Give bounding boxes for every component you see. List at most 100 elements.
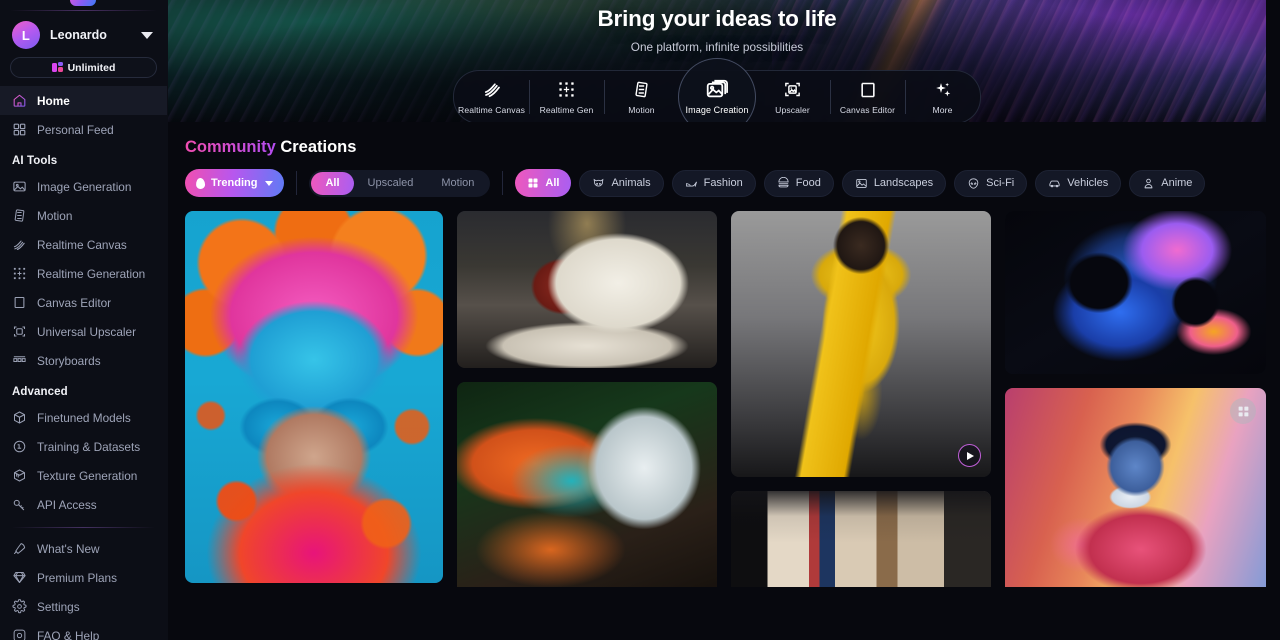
sort-trending-button[interactable]: Trending [185,169,285,197]
category-label: Anime [1161,177,1193,189]
avatar: L [12,21,40,49]
collection-icon[interactable] [1230,398,1256,424]
category-label: Food [795,177,821,189]
user-name: Leonardo [50,28,107,42]
home-icon [12,93,27,108]
tool-canvas-editor[interactable]: Canvas Editor [830,71,905,122]
segment-upscaled[interactable]: Upscaled [354,172,428,195]
sidebar-item-label: Home [37,93,70,108]
sidebar-item-training-datasets[interactable]: Training & Datasets [0,432,167,461]
tool-switcher: Realtime Canvas Realtime Gen Motion Imag… [453,58,981,122]
tool-more[interactable]: More [905,71,980,122]
gallery-column [731,211,991,587]
tool-label: More [932,104,953,115]
gallery-card[interactable] [457,382,717,587]
grid-icon [528,178,538,188]
tool-label: Image Creation [685,104,749,115]
cube-icon [12,410,27,425]
artwork-thumbnail [731,491,991,587]
sidebar-item-label: Image Generation [37,179,132,194]
sidebar-item-premium-plans[interactable]: Premium Plans [0,563,167,592]
type-segmented-control: All Upscaled Motion [309,169,491,197]
tool-label: Canvas Editor [839,104,896,115]
gallery-card[interactable] [1005,211,1266,374]
tool-realtime-gen[interactable]: Realtime Gen [529,71,604,122]
cat-icon [594,178,604,187]
sidebar-item-texture-generation[interactable]: Texture Generation [0,461,167,490]
artwork-thumbnail [731,211,991,477]
gallery-card[interactable] [731,211,991,477]
sidebar-item-label: Storyboards [37,353,101,368]
category-fashion[interactable]: Fashion [671,169,756,197]
sidebar-item-settings[interactable]: Settings [0,592,167,621]
plan-badge[interactable]: Unlimited [10,57,157,78]
sidebar-item-image-generation[interactable]: Image Generation [0,172,167,201]
sidebar-item-label: Settings [37,599,80,614]
chevron-down-icon[interactable] [141,31,153,39]
sidebar-item-label: Universal Upscaler [37,324,136,339]
chevron-down-icon [265,180,274,186]
flame-icon [195,177,206,189]
gallery-card[interactable] [1005,388,1266,587]
category-anime[interactable]: Anime [1129,169,1206,197]
sidebar-item-storyboards[interactable]: Storyboards [0,346,167,375]
sidebar-item-label: Finetuned Models [37,410,131,425]
sidebar-item-personal-feed[interactable]: Personal Feed [0,115,167,144]
sidebar-item-finetuned-models[interactable]: Finetuned Models [0,403,167,432]
sidebar-divider [12,527,155,528]
category-label: Landscapes [873,177,934,189]
play-icon[interactable] [958,444,981,467]
category-landscapes[interactable]: Landscapes [841,169,947,197]
tool-label: Upscaler [775,104,810,115]
sidebar-item-universal-upscaler[interactable]: Universal Upscaler [0,317,167,346]
upscale-icon [783,80,802,100]
alien-icon [968,177,979,189]
landscape-icon [856,178,867,188]
gallery-card[interactable] [457,211,717,368]
sidebar-item-motion[interactable]: Motion [0,201,167,230]
tool-upscaler[interactable]: Upscaler [755,71,830,122]
dots-plus-icon [557,80,576,100]
upscale-icon [12,324,27,339]
sidebar-item-label: What's New [37,541,100,556]
images-icon [705,79,730,100]
logo-mark-icon [70,0,96,6]
gallery-column [185,211,443,587]
segment-motion[interactable]: Motion [427,172,488,195]
category-food[interactable]: Food [763,169,834,197]
gallery-card[interactable] [731,491,991,587]
sidebar-item-realtime-generation[interactable]: Realtime Generation [0,259,167,288]
gallery-grid [182,197,1266,587]
sidebar-item-realtime-canvas[interactable]: Realtime Canvas [0,230,167,259]
category-vehicles[interactable]: Vehicles [1035,169,1122,197]
tool-motion[interactable]: Motion [604,71,679,122]
category-all[interactable]: All [515,169,572,197]
artwork-thumbnail [457,382,717,587]
sidebar-item-home[interactable]: Home [0,86,167,115]
sidebar-group-title-advanced: Advanced [12,386,68,398]
hero-subtitle: One platform, infinite possibilities [630,40,804,54]
user-menu[interactable]: L Leonardo [0,11,167,57]
sidebar-item-api-access[interactable]: API Access [0,490,167,519]
image-icon [12,179,27,194]
category-sci-fi[interactable]: Sci-Fi [954,169,1028,197]
plan-badge-label: Unlimited [67,61,116,74]
tool-realtime-canvas[interactable]: Realtime Canvas [454,71,529,122]
sidebar-item-faq-help[interactable]: FAQ & Help [0,621,167,640]
anime-icon [1144,178,1153,188]
artwork-thumbnail [1005,388,1266,587]
category-label: All [545,177,560,189]
sidebar-item-label: Premium Plans [37,570,117,585]
dataset-icon [12,439,27,454]
film-icon [12,208,27,223]
category-label: Vehicles [1067,177,1109,189]
gallery-card[interactable] [185,211,443,583]
sidebar-item-canvas-editor[interactable]: Canvas Editor [0,288,167,317]
tool-label: Realtime Canvas [458,104,525,115]
grid-icon [12,122,27,137]
app-logo[interactable] [0,0,167,8]
category-animals[interactable]: Animals [579,169,664,197]
sidebar-item-whats-new[interactable]: What's New [0,534,167,563]
sidebar-group-title-ai-tools: AI Tools [12,155,58,167]
segment-all[interactable]: All [311,171,354,195]
